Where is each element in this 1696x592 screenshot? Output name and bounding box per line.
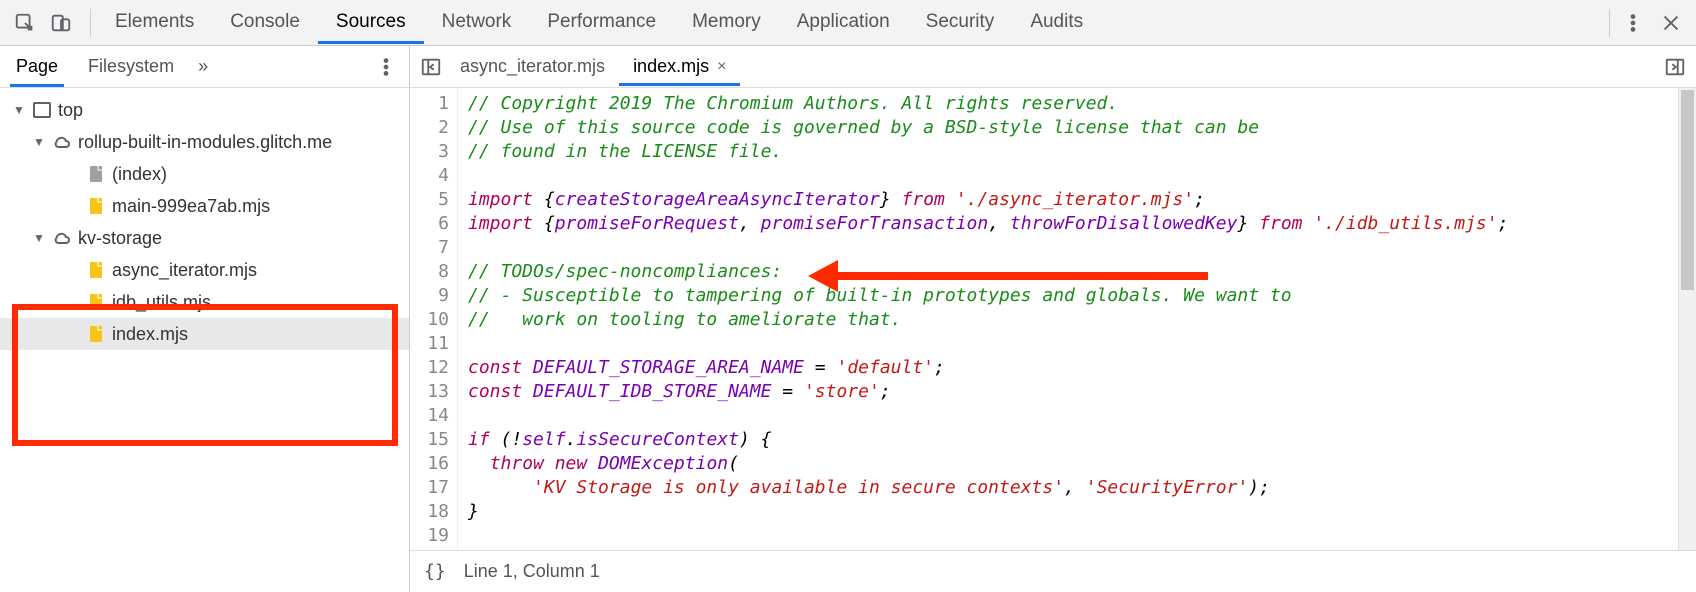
inspect-element-icon[interactable] bbox=[8, 6, 42, 40]
sidebar-tab-more[interactable]: » bbox=[198, 56, 208, 77]
file-tab-label: index.mjs bbox=[633, 56, 709, 77]
tree-row-kv-storage[interactable]: ▼ kv-storage bbox=[0, 222, 409, 254]
file-tree: ▼ top ▼ rollup-built-in-modules.glitch.m… bbox=[0, 88, 409, 350]
toolbar-divider-right bbox=[1609, 9, 1610, 37]
tree-row-file[interactable]: async_iterator.mjs bbox=[0, 254, 409, 286]
frame-icon bbox=[32, 100, 52, 120]
more-menu-icon[interactable] bbox=[1616, 6, 1650, 40]
tree-row-file[interactable]: idb_utils.mjs bbox=[0, 286, 409, 318]
line-gutter: 12345678910111213141516171819 bbox=[410, 88, 458, 550]
file-tab-label: async_iterator.mjs bbox=[460, 56, 605, 77]
panel-tab-sources[interactable]: Sources bbox=[318, 1, 424, 44]
file-icon bbox=[86, 196, 106, 216]
chevron-down-icon: ▼ bbox=[32, 135, 46, 149]
panel-tab-elements[interactable]: Elements bbox=[97, 1, 212, 44]
editor-tabbar: async_iterator.mjs index.mjs × bbox=[410, 46, 1696, 88]
close-devtools-icon[interactable] bbox=[1654, 6, 1688, 40]
tree-label: main-999ea7ab.mjs bbox=[112, 196, 270, 217]
panel-tab-network[interactable]: Network bbox=[424, 1, 530, 44]
show-debugger-icon[interactable] bbox=[1660, 52, 1690, 82]
panel-tab-console[interactable]: Console bbox=[212, 1, 318, 44]
panel-tab-application[interactable]: Application bbox=[779, 1, 908, 44]
tree-row-file[interactable]: index.mjs bbox=[0, 318, 409, 350]
close-icon[interactable]: × bbox=[717, 58, 726, 76]
pretty-print-icon[interactable]: {} bbox=[424, 561, 446, 582]
code-editor[interactable]: 12345678910111213141516171819 // Copyrig… bbox=[410, 88, 1696, 550]
sources-panel: Page Filesystem » ▼ top ▼ bbox=[0, 46, 1696, 592]
devtools-toolbar: ElementsConsoleSourcesNetworkPerformance… bbox=[0, 0, 1696, 46]
file-icon bbox=[86, 260, 106, 280]
cursor-position: Line 1, Column 1 bbox=[464, 561, 600, 582]
file-icon bbox=[86, 292, 106, 312]
sidebar-tab-page[interactable]: Page bbox=[10, 46, 64, 87]
panel-tab-audits[interactable]: Audits bbox=[1012, 1, 1101, 44]
file-icon bbox=[86, 324, 106, 344]
tree-label: top bbox=[58, 100, 83, 121]
tree-label: async_iterator.mjs bbox=[112, 260, 257, 281]
editor-area: async_iterator.mjs index.mjs × 12345678910… bbox=[410, 46, 1696, 592]
chevron-down-icon: ▼ bbox=[12, 103, 26, 117]
scrollbar-thumb[interactable] bbox=[1681, 90, 1694, 290]
cloud-icon bbox=[52, 228, 72, 248]
file-tab[interactable]: index.mjs × bbox=[619, 47, 740, 86]
editor-statusbar: {} Line 1, Column 1 bbox=[410, 550, 1696, 592]
tree-row-domain[interactable]: ▼ rollup-built-in-modules.glitch.me bbox=[0, 126, 409, 158]
chevron-down-icon: ▼ bbox=[32, 231, 46, 245]
show-navigator-icon[interactable] bbox=[416, 52, 446, 82]
panel-tab-memory[interactable]: Memory bbox=[674, 1, 779, 44]
panel-tabs: ElementsConsoleSourcesNetworkPerformance… bbox=[97, 1, 1101, 44]
panel-tab-security[interactable]: Security bbox=[908, 1, 1013, 44]
file-tree-container: ▼ top ▼ rollup-built-in-modules.glitch.m… bbox=[0, 88, 409, 592]
file-tab[interactable]: async_iterator.mjs bbox=[446, 47, 619, 86]
tree-label: rollup-built-in-modules.glitch.me bbox=[78, 132, 332, 153]
toolbar-left-icons bbox=[8, 6, 84, 40]
tree-label: index.mjs bbox=[112, 324, 188, 345]
tree-label: (index) bbox=[112, 164, 167, 185]
file-icon bbox=[86, 164, 106, 184]
navigator-sidebar: Page Filesystem » ▼ top ▼ bbox=[0, 46, 410, 592]
sidebar-more-icon[interactable] bbox=[369, 50, 403, 84]
panel-tab-performance[interactable]: Performance bbox=[529, 1, 674, 44]
tree-row-file[interactable]: (index) bbox=[0, 158, 409, 190]
tree-label: idb_utils.mjs bbox=[112, 292, 211, 313]
scrollbar-vertical[interactable] bbox=[1678, 88, 1696, 550]
sidebar-header: Page Filesystem » bbox=[0, 46, 409, 88]
cloud-icon bbox=[52, 132, 72, 152]
tree-row-file[interactable]: main-999ea7ab.mjs bbox=[0, 190, 409, 222]
tree-row-top[interactable]: ▼ top bbox=[0, 94, 409, 126]
toolbar-divider bbox=[90, 9, 91, 37]
tree-label: kv-storage bbox=[78, 228, 162, 249]
sidebar-tab-filesystem[interactable]: Filesystem bbox=[82, 46, 180, 87]
code-content[interactable]: // Copyright 2019 The Chromium Authors. … bbox=[458, 88, 1696, 550]
device-toggle-icon[interactable] bbox=[44, 6, 78, 40]
